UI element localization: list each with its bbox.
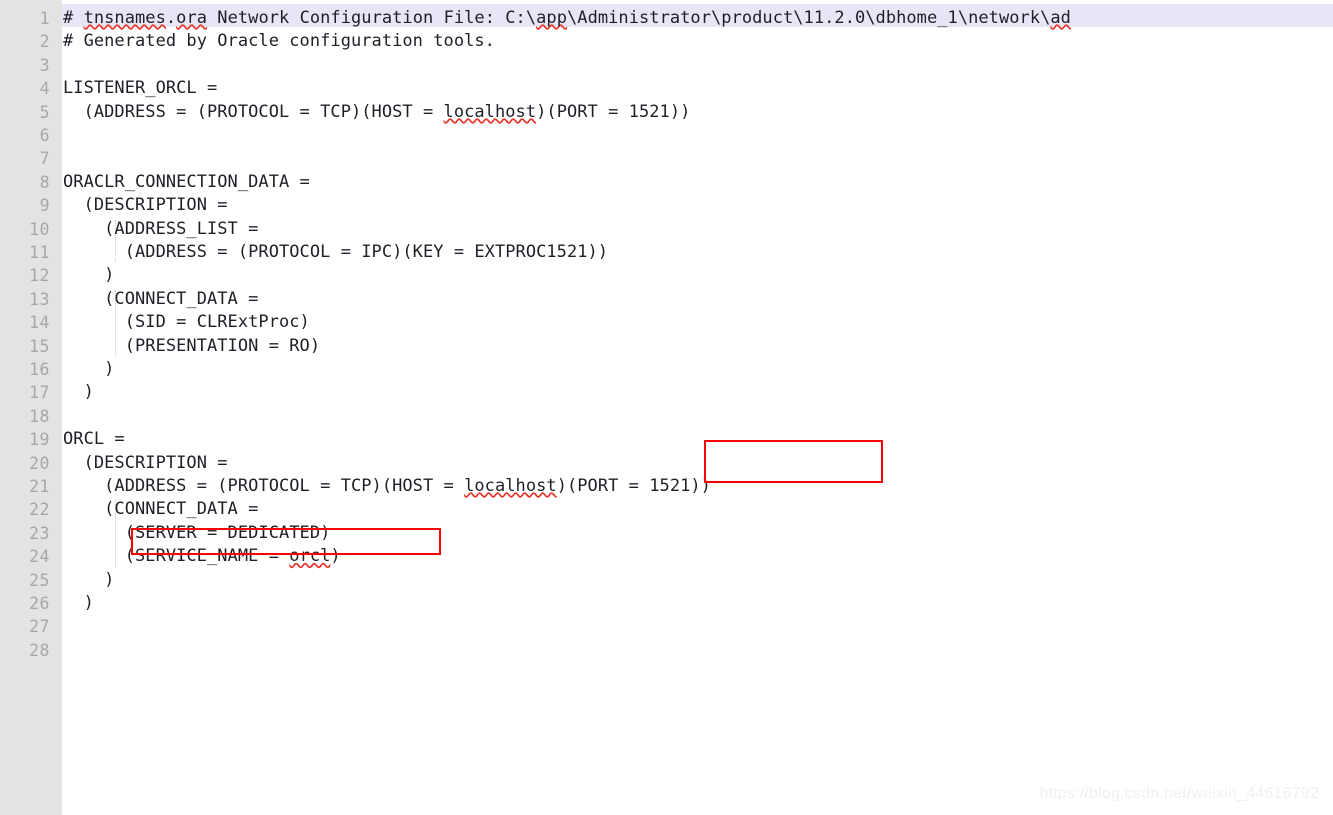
line-number: 26 [29, 594, 50, 613]
code-line-26[interactable]: ) [63, 592, 94, 615]
line-number: 15 [29, 336, 50, 356]
line-number: 12 [29, 266, 50, 286]
spellcheck-word: ad [1050, 8, 1071, 28]
line-number: 9 [39, 196, 50, 216]
line-number: 20 [29, 453, 50, 473]
line-number: 17 [29, 383, 50, 403]
watermark: https://blog.csdn.net/weixin_44616792 [1039, 785, 1319, 802]
code-line-12[interactable]: ) [63, 264, 114, 287]
code-line-2[interactable]: # Generated by Oracle configuration tool… [63, 30, 495, 53]
line-number: 13 [29, 289, 50, 309]
spellcheck-word: app [536, 8, 567, 28]
annotation-box-service-name [131, 528, 441, 555]
line-number: 28 [29, 640, 50, 660]
spellcheck-word: ora [176, 8, 208, 28]
line-number: 22 [29, 500, 50, 520]
spellcheck-word: localhost [443, 101, 537, 122]
code-line-22[interactable]: (CONNECT_DATA = [63, 498, 258, 521]
line-number: 11 [29, 243, 50, 262]
line-number: 3 [39, 55, 50, 75]
code-line-17[interactable]: ) [63, 381, 94, 404]
code-line-4[interactable]: LISTENER_ORCL = [63, 77, 217, 100]
spellcheck-word: localhost [464, 476, 557, 496]
line-number: 19 [29, 430, 50, 450]
code-line-1[interactable]: # tnsnames.ora Network Configuration Fil… [63, 7, 1071, 30]
code-line-21[interactable]: (ADDRESS = (PROTOCOL = TCP)(HOST = local… [63, 475, 711, 498]
code-editor: 1 2 3 4 5 6 7 8 9 10 11 12 13 14 15 16 17 18 19 20 21 22 23 24 2… [0, 0, 1333, 815]
line-number: 7 [39, 149, 50, 169]
line-number: 21 [29, 477, 50, 496]
code-line-25[interactable]: ) [63, 569, 114, 592]
code-line-9[interactable]: (DESCRIPTION = [63, 194, 228, 217]
line-number: 25 [29, 570, 50, 590]
line-number: 1 [39, 9, 50, 28]
line-number: 16 [29, 360, 50, 379]
code-line-8[interactable]: ORACLR_CONNECTION_DATA = [63, 171, 310, 194]
line-number: 10 [29, 219, 50, 239]
line-number: 24 [29, 547, 50, 567]
line-number: 5 [39, 102, 50, 122]
code-line-19[interactable]: ORCL = [63, 428, 125, 451]
line-number: 6 [39, 126, 50, 145]
line-number: 27 [29, 617, 50, 637]
code-line-20[interactable]: (DESCRIPTION = [63, 452, 228, 475]
spellcheck-word: tnsnames [83, 8, 166, 28]
code-line-13[interactable]: (CONNECT_DATA = [63, 288, 258, 311]
line-number: 14 [29, 313, 50, 333]
code-line-15[interactable]: (PRESENTATION = RO) [63, 335, 320, 358]
code-line-10[interactable]: (ADDRESS_LIST = [63, 218, 258, 241]
code-line-14[interactable]: (SID = CLRExtProc) [63, 311, 310, 334]
line-number: 18 [29, 406, 50, 426]
line-number: 4 [39, 79, 50, 99]
code-content-area[interactable]: # tnsnames.ora Network Configuration Fil… [62, 0, 1333, 815]
code-line-5[interactable]: (ADDRESS = (PROTOCOL = TCP)(HOST = local… [63, 101, 691, 124]
line-number: 8 [39, 172, 50, 192]
annotation-box-port [704, 440, 883, 483]
line-number: 23 [29, 523, 50, 543]
line-number: 2 [39, 32, 50, 52]
code-line-11[interactable]: (ADDRESS = (PROTOCOL = IPC)(KEY = EXTPRO… [63, 241, 608, 264]
line-number-gutter: 1 2 3 4 5 6 7 8 9 10 11 12 13 14 15 16 17 18 19 20 21 22 23 24 2… [0, 0, 62, 815]
code-line-16[interactable]: ) [63, 358, 114, 381]
